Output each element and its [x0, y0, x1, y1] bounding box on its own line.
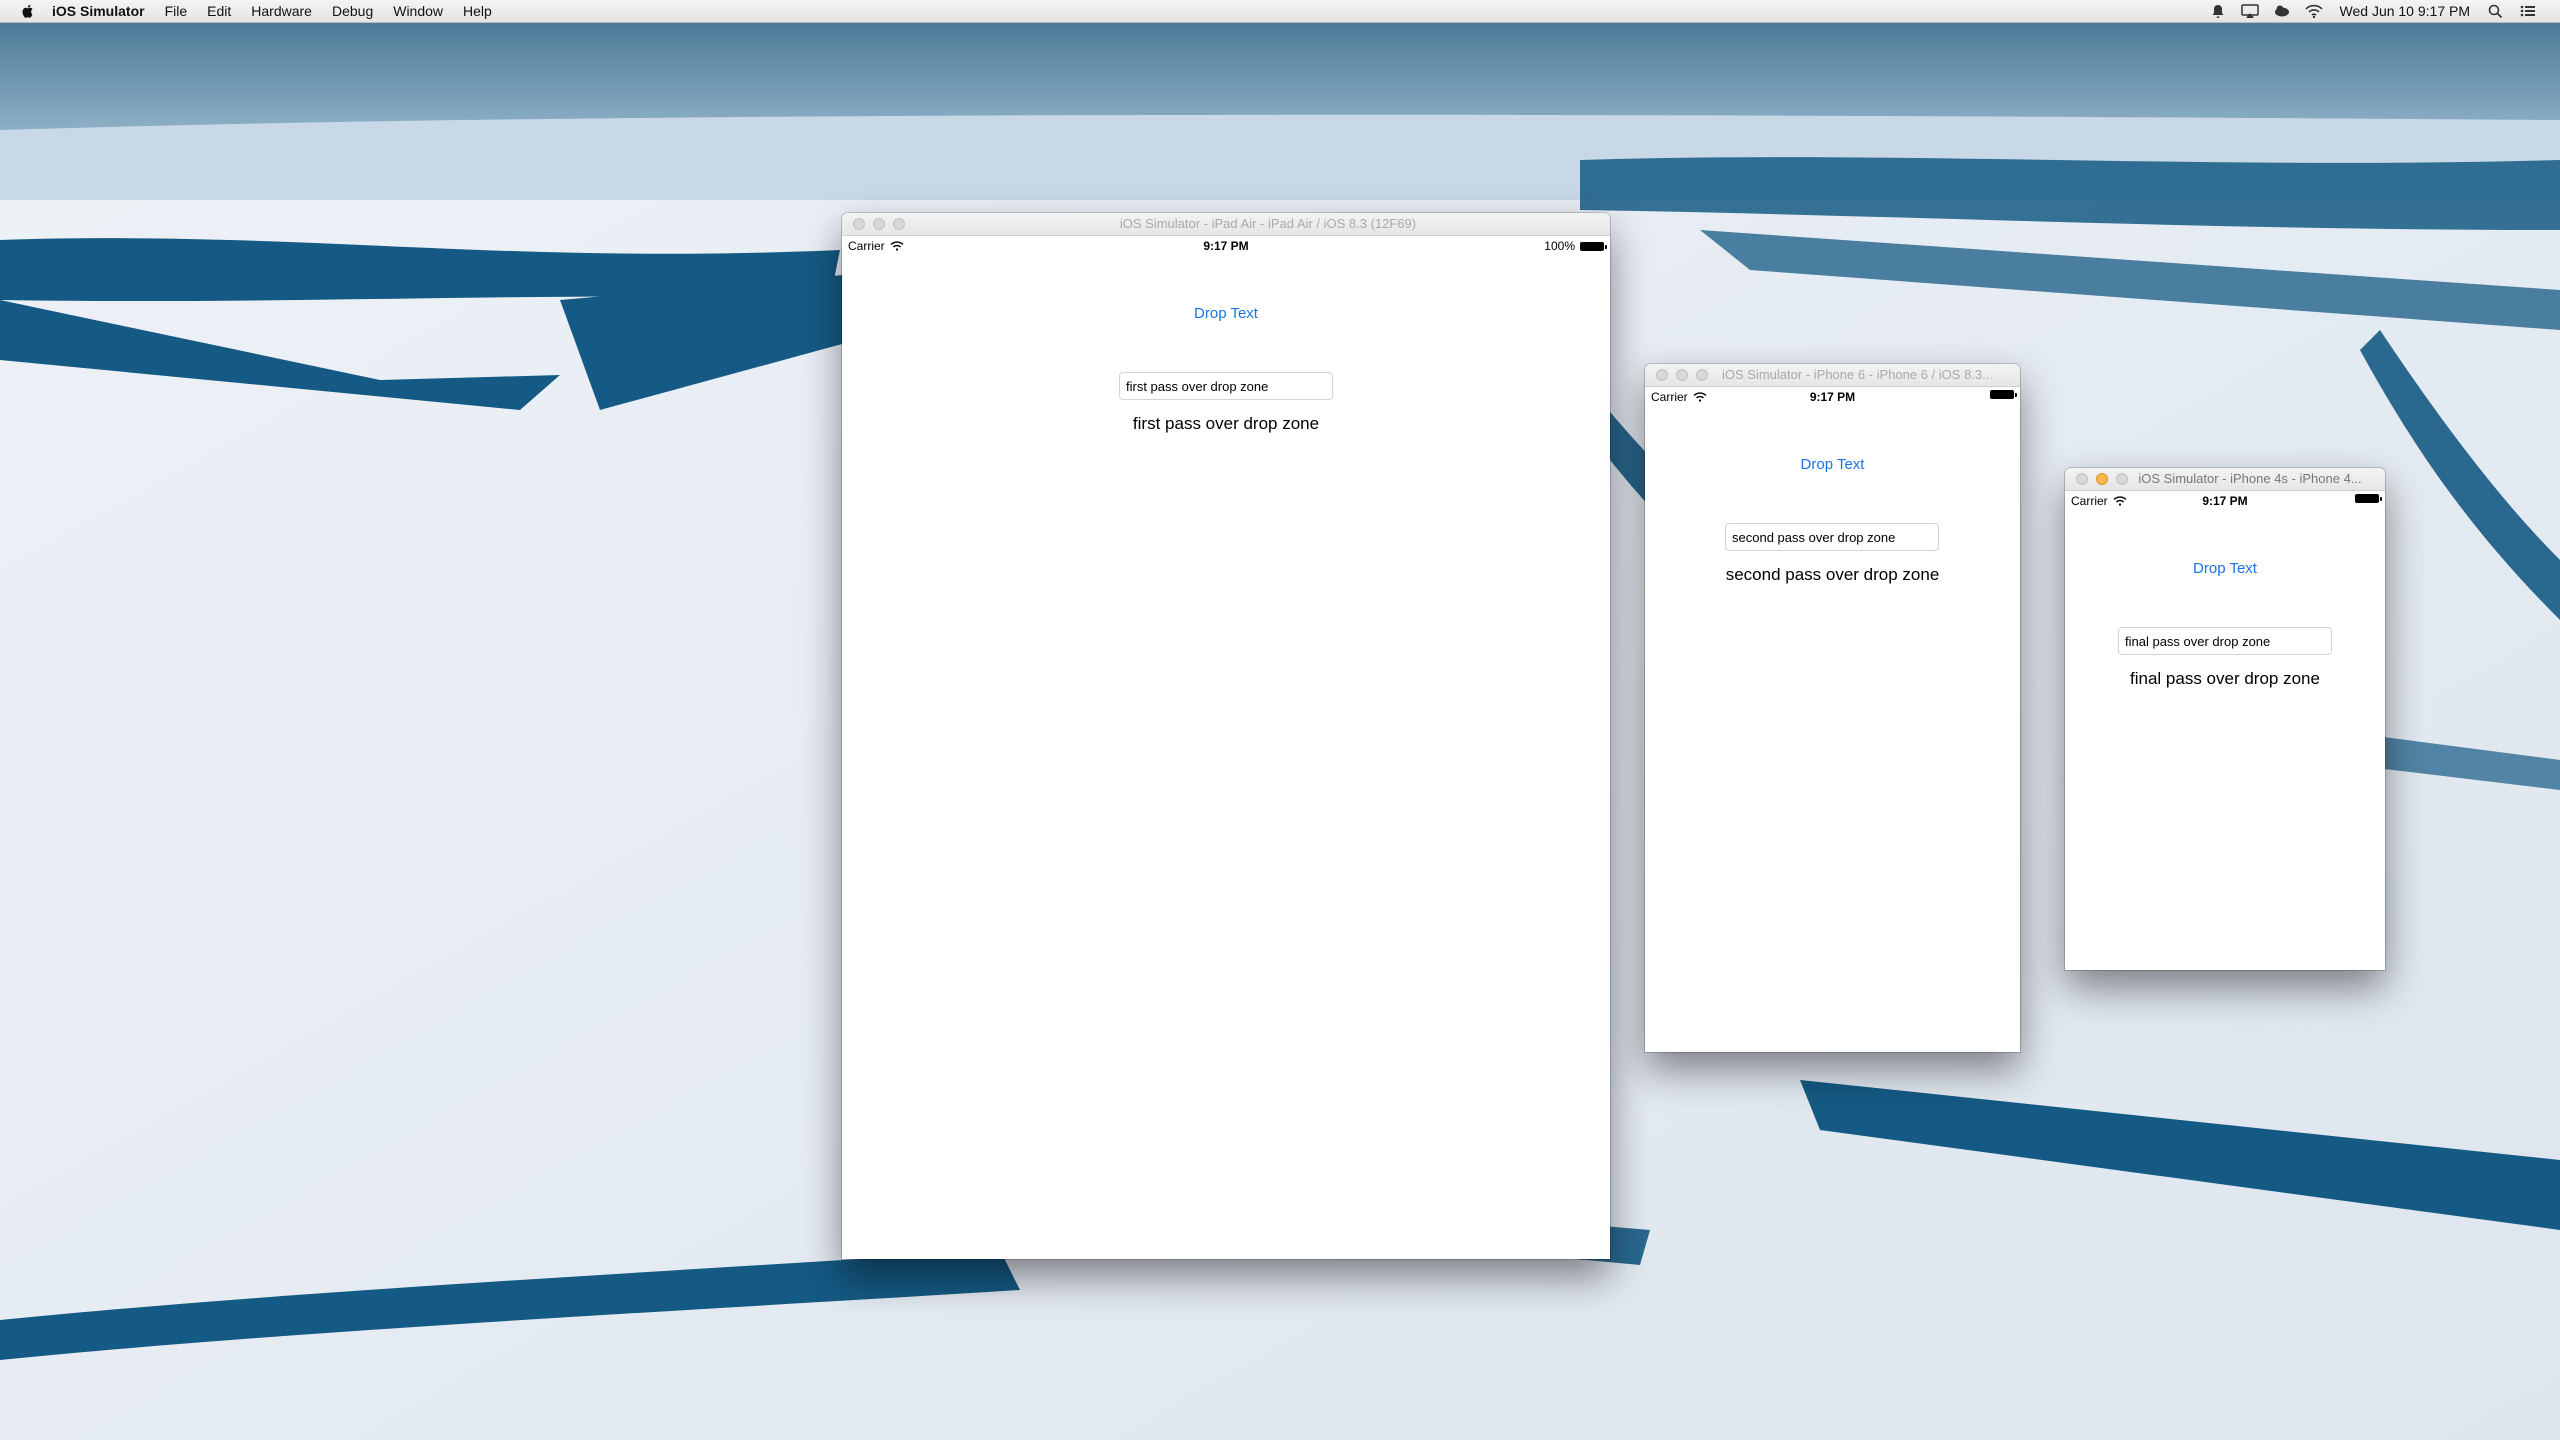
app-screen: Drop Text final pass over drop zone — [2065, 511, 2385, 970]
status-time: 9:17 PM — [2202, 494, 2248, 508]
window-titlebar[interactable]: iOS Simulator - iPhone 6 - iPhone 6 / iO… — [1645, 364, 2020, 387]
battery-icon — [1990, 390, 2017, 399]
menubar-clock[interactable]: Wed Jun 10 9:17 PM — [2330, 3, 2480, 19]
text-input[interactable] — [1725, 523, 1939, 551]
drop-result-label: final pass over drop zone — [2130, 669, 2320, 688]
zoom-button[interactable] — [893, 218, 905, 230]
battery-icon — [1580, 241, 1607, 251]
app-screen: Drop Text first pass over drop zone — [842, 256, 1610, 1259]
airplay-icon[interactable] — [2240, 3, 2260, 19]
app-screen: Drop Text second pass over drop zone — [1645, 407, 2020, 1052]
text-input[interactable] — [1119, 372, 1333, 400]
close-button[interactable] — [2076, 473, 2088, 485]
apple-logo-icon[interactable] — [20, 3, 36, 19]
ios-status-bar: Carrier 9:17 PM — [2065, 491, 2385, 511]
window-titlebar[interactable]: iOS Simulator - iPad Air - iPad Air / iO… — [842, 213, 1610, 236]
close-button[interactable] — [1656, 369, 1668, 381]
menu-window[interactable]: Window — [383, 0, 453, 22]
wifi-icon[interactable] — [2304, 3, 2324, 19]
menu-debug[interactable]: Debug — [322, 0, 383, 22]
close-button[interactable] — [853, 218, 865, 230]
menu-bar: iOS Simulator File Edit Hardware Debug W… — [0, 0, 2560, 23]
window-title: iOS Simulator - iPhone 6 - iPhone 6 / iO… — [1722, 367, 1993, 382]
status-time: 9:17 PM — [1203, 239, 1249, 253]
drop-result-label: second pass over drop zone — [1725, 565, 1940, 584]
minimize-button[interactable] — [873, 218, 885, 230]
drop-text-button[interactable]: Drop Text — [2065, 560, 2385, 577]
drop-text-button[interactable]: Drop Text — [842, 305, 1610, 322]
window-title: iOS Simulator - iPhone 4s - iPhone 4... — [2138, 471, 2362, 486]
spotlight-search-icon[interactable] — [2486, 3, 2506, 19]
menu-hardware[interactable]: Hardware — [241, 0, 322, 22]
simulator-window-ipad: iOS Simulator - iPad Air - iPad Air / iO… — [842, 213, 1610, 1259]
minimize-button[interactable] — [2096, 473, 2108, 485]
menu-app-name[interactable]: iOS Simulator — [42, 0, 155, 22]
ios-status-bar: Carrier 9:17 PM 100% — [842, 236, 1610, 256]
notification-bell-icon[interactable] — [2208, 3, 2228, 19]
simulator-window-iphone4s: iOS Simulator - iPhone 4s - iPhone 4... … — [2065, 468, 2385, 970]
menu-edit[interactable]: Edit — [197, 0, 241, 22]
ios-status-bar: Carrier 9:17 PM — [1645, 387, 2020, 407]
status-time: 9:17 PM — [1809, 390, 1856, 404]
cloud-sync-icon[interactable] — [2272, 3, 2292, 19]
text-input[interactable] — [2118, 627, 2332, 655]
simulator-window-iphone6: iOS Simulator - iPhone 6 - iPhone 6 / iO… — [1645, 364, 2020, 1052]
notification-center-icon[interactable] — [2518, 3, 2538, 19]
menu-file[interactable]: File — [155, 0, 198, 22]
drop-text-button[interactable]: Drop Text — [1645, 456, 2020, 473]
drop-result-label: first pass over drop zone — [1132, 414, 1320, 433]
battery-percent: 100% — [1544, 239, 1575, 253]
battery-icon — [2355, 494, 2382, 503]
menu-help[interactable]: Help — [453, 0, 502, 22]
window-title: iOS Simulator - iPad Air - iPad Air / iO… — [1119, 216, 1417, 231]
window-titlebar[interactable]: iOS Simulator - iPhone 4s - iPhone 4... — [2065, 468, 2385, 491]
minimize-button[interactable] — [1676, 369, 1688, 381]
